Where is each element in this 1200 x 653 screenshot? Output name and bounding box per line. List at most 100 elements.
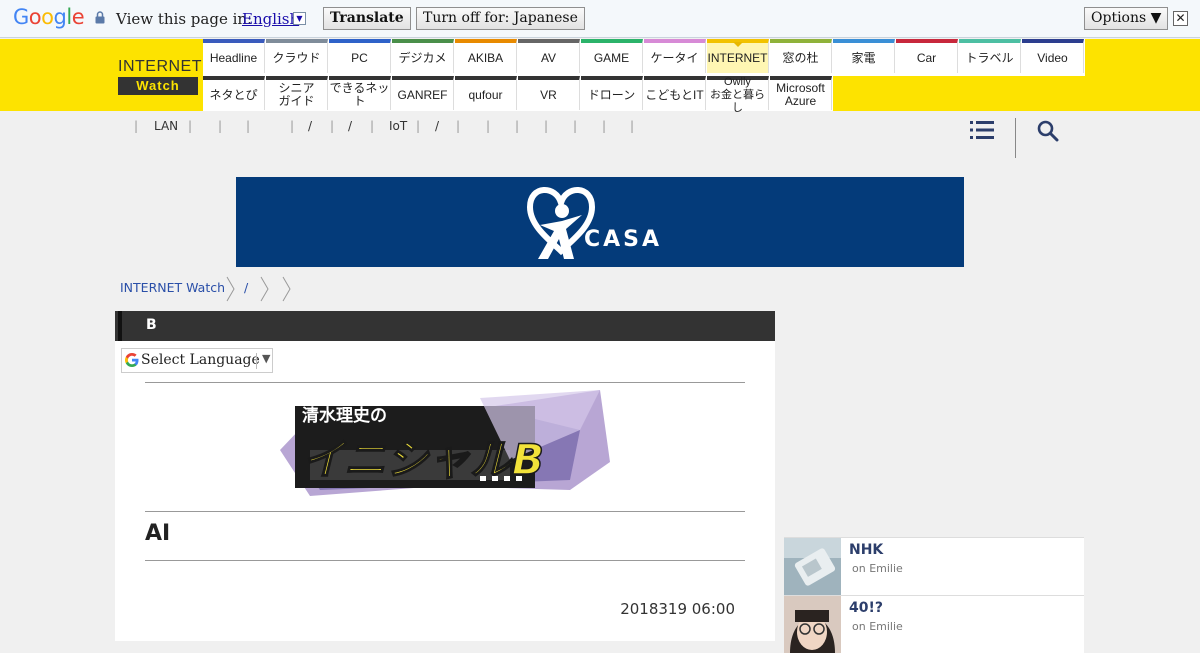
sub-nav-slash[interactable]: /: [308, 119, 312, 133]
nav-kodomo-it[interactable]: こどもとIT: [644, 76, 706, 110]
nav-label: クラウド: [272, 50, 321, 65]
nav-akiba[interactable]: AKIBA: [455, 39, 517, 73]
breadcrumb-home[interactable]: INTERNET Watch: [120, 280, 225, 295]
sub-nav-separator: |: [456, 119, 461, 133]
sidebar-article-title: NHK: [849, 542, 884, 558]
sidebar-article[interactable]: 40!? on Emilie: [784, 595, 1084, 653]
sub-nav-separator: |: [486, 119, 491, 133]
nav-video[interactable]: Video: [1022, 39, 1084, 73]
sub-nav-separator: |: [416, 119, 421, 133]
article-title: AI: [145, 521, 171, 546]
nav-label: AV: [540, 50, 557, 65]
header-divider: [1015, 118, 1016, 158]
series-banner: 清水理史の イニシャルB: [280, 390, 610, 496]
google-g-icon: [125, 353, 139, 367]
sub-nav-slash[interactable]: /: [435, 119, 439, 133]
menu-icon[interactable]: [970, 120, 994, 140]
nav-label: Video: [1037, 50, 1068, 65]
nav-label: ケータイ: [650, 50, 699, 65]
sub-nav-separator: |: [330, 119, 335, 133]
language-dropdown-icon[interactable]: ▼: [293, 12, 306, 25]
sub-nav-separator: |: [290, 119, 295, 133]
nav-kaden[interactable]: 家電: [833, 39, 895, 73]
nav-label: 家電: [851, 50, 876, 65]
nav-internet[interactable]: INTERNET: [707, 39, 769, 73]
nav-label: Headline: [209, 50, 258, 65]
active-caret-icon: [732, 42, 743, 47]
nav-label: デジカメ: [398, 50, 447, 65]
nav-label: できるネット: [329, 81, 390, 108]
sub-nav-separator: |: [246, 119, 251, 133]
article-thumbnail: [784, 596, 841, 653]
nav-drone[interactable]: ドローン: [581, 76, 643, 110]
nav-azure[interactable]: Microsoft Azure: [770, 76, 832, 110]
nav-owlly[interactable]: Owlly お金と暮らし: [707, 76, 769, 114]
chevron-down-icon: ▼: [262, 352, 271, 365]
banner-text-top: 清水理史の: [302, 405, 387, 426]
article: B Select Language ▼ 清水理史の イニシャルB AI 2018…: [115, 311, 775, 641]
sub-nav-separator: |: [544, 119, 549, 133]
sub-nav-separator: |: [370, 119, 375, 133]
sub-nav-separator: |: [188, 119, 193, 133]
nav-netatopi[interactable]: ネタとぴ: [203, 76, 265, 110]
sub-nav-separator: |: [630, 119, 635, 133]
category-header: B: [115, 311, 775, 341]
nav-senior-guide[interactable]: シニア ガイド: [266, 76, 328, 110]
sidebar-article-title: 40!?: [849, 600, 883, 616]
sub-nav-separator: |: [573, 119, 578, 133]
nav-label: Owlly お金と暮らし: [710, 75, 765, 114]
nav-pc[interactable]: PC: [329, 39, 391, 73]
nav-label: シニア ガイド: [278, 81, 315, 108]
nav-keitai[interactable]: ケータイ: [644, 39, 706, 73]
chevron-right-icon: [260, 276, 269, 302]
nav-car[interactable]: Car: [896, 39, 958, 73]
nav-cloud[interactable]: クラウド: [266, 39, 328, 73]
translate-button[interactable]: Translate: [323, 7, 411, 30]
language-select-label: Select Language: [141, 352, 260, 368]
divider: [145, 511, 745, 512]
nav-label: ドローン: [587, 87, 636, 102]
nav-label: qufour: [468, 87, 503, 102]
language-select[interactable]: Select Language ▼: [121, 348, 273, 373]
nav-label: トラベル: [965, 50, 1014, 65]
ad-brand-text: CASA: [584, 227, 663, 252]
language-link[interactable]: English: [242, 10, 299, 28]
view-page-label: View this page in:: [116, 10, 253, 28]
nav-vr[interactable]: VR: [518, 76, 580, 110]
nav-dekiru-net[interactable]: できるネット: [329, 76, 391, 110]
nav-qufour[interactable]: qufour: [455, 76, 517, 110]
sub-nav-separator: |: [602, 119, 607, 133]
article-thumbnail: [784, 538, 841, 595]
sub-nav-lan[interactable]: LAN: [154, 119, 178, 133]
sidebar-article[interactable]: NHK on Emilie: [784, 537, 1084, 595]
turn-off-button[interactable]: Turn off for: Japanese: [416, 7, 585, 30]
nav-ganref[interactable]: GANREF: [392, 76, 454, 110]
nav-headline[interactable]: Headline: [203, 39, 265, 73]
breadcrumb-item[interactable]: /: [244, 280, 248, 295]
divider: [145, 382, 745, 383]
nav-label: VR: [540, 87, 557, 102]
nav-label: Microsoft Azure: [776, 81, 825, 108]
article-date: 2018319 06:00: [620, 600, 735, 618]
search-icon[interactable]: [1037, 120, 1059, 142]
close-icon[interactable]: ✕: [1173, 11, 1188, 26]
lock-icon: [95, 11, 105, 24]
options-button[interactable]: Options ▼: [1084, 7, 1169, 30]
chevron-right-icon: [282, 276, 291, 302]
nav-game[interactable]: GAME: [581, 39, 643, 73]
category-accent: [118, 311, 122, 341]
nav-travel[interactable]: トラベル: [959, 39, 1021, 73]
nav-label: こどもとIT: [645, 87, 704, 102]
nav-av[interactable]: AV: [518, 39, 580, 73]
site-logo[interactable]: INTERNET Watch: [118, 57, 202, 97]
select-divider: [256, 353, 257, 369]
nav-label: AKIBA: [467, 50, 504, 65]
translate-bar: Google View this page in: English ▼ Tran…: [0, 0, 1200, 38]
ad-banner[interactable]: CASA: [236, 177, 964, 267]
chevron-right-icon: [226, 276, 235, 302]
sub-nav-iot[interactable]: IoT: [389, 119, 407, 133]
sub-nav-separator: |: [515, 119, 520, 133]
nav-madonomori[interactable]: 窓の杜: [770, 39, 832, 73]
nav-digicame[interactable]: デジカメ: [392, 39, 454, 73]
sub-nav-slash[interactable]: /: [348, 119, 352, 133]
